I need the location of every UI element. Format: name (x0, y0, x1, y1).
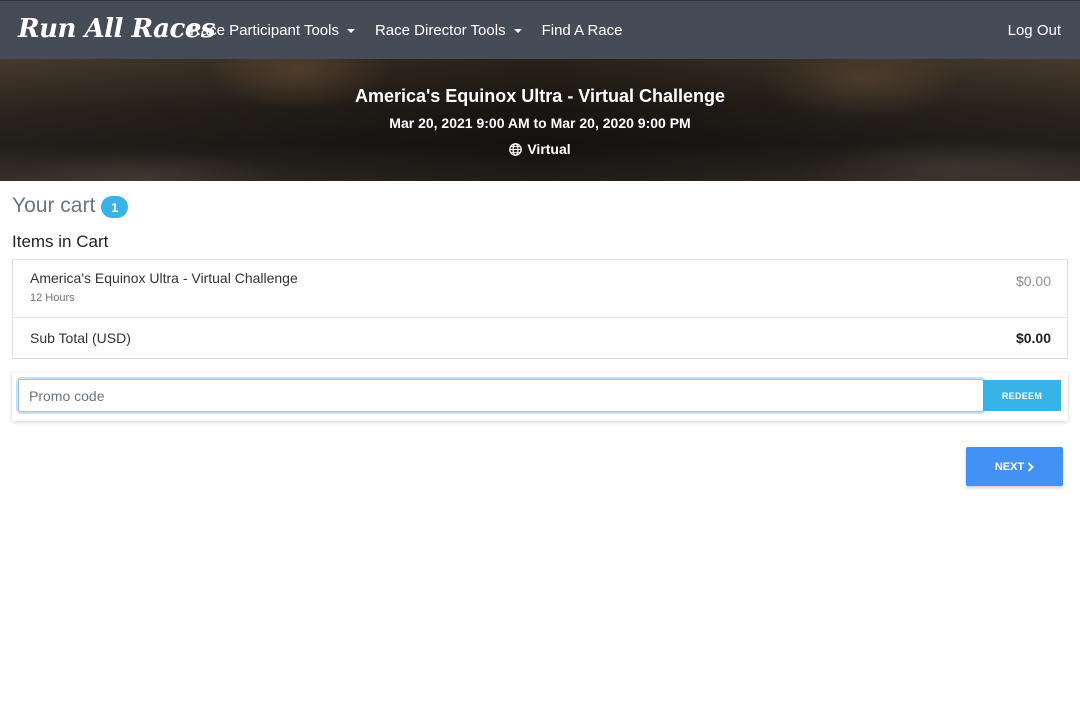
event-hero-banner: America's Equinox Ultra - Virtual Challe… (0, 59, 1080, 181)
event-dates: Mar 20, 2021 9:00 AM to Mar 20, 2020 9:0… (389, 115, 691, 131)
nav-race-participant-tools[interactable]: Race Participant Tools (190, 22, 355, 39)
globe-icon (509, 142, 523, 156)
next-button-label: NEXT (994, 460, 1025, 473)
next-button[interactable]: NEXT (966, 447, 1063, 486)
event-location-label: Virtual (527, 141, 571, 157)
caret-down-icon (346, 29, 355, 33)
item-name: America's Equinox Ultra - Virtual Challe… (30, 270, 298, 286)
item-price: $0.00 (1015, 273, 1051, 289)
cart-count-badge: 1 (101, 196, 129, 218)
nav-race-director-tools[interactable]: Race Director Tools (375, 22, 522, 39)
nav-links: Race Participant Tools Race Director Too… (190, 1, 642, 60)
subtotal-label: Sub Total (USD) (30, 330, 131, 346)
item-detail: 12 Hours (30, 292, 75, 304)
nav-find-a-race[interactable]: Find A Race (542, 22, 623, 39)
event-location: Virtual (0, 141, 1080, 157)
promo-code-input[interactable] (18, 379, 984, 412)
redeem-button[interactable]: REDEEM (983, 380, 1061, 411)
brand-logo[interactable]: Run All Races (18, 11, 216, 47)
chevron-right-icon (1028, 461, 1034, 472)
nav-item-label: Race Participant Tools (190, 22, 339, 39)
cart-items-list: America's Equinox Ultra - Virtual Challe… (12, 259, 1068, 359)
promo-code-card: REDEEM (12, 373, 1068, 421)
list-item: America's Equinox Ultra - Virtual Challe… (13, 260, 1067, 318)
event-title: America's Equinox Ultra - Virtual Challe… (354, 86, 726, 106)
top-navbar: Run All Races Race Participant Tools Rac… (0, 0, 1080, 59)
logout-link[interactable]: Log Out (1008, 1, 1061, 60)
subtotal-row: Sub Total (USD) $0.00 (13, 318, 1067, 359)
subtotal-value: $0.00 (1015, 330, 1051, 346)
nav-item-label: Race Director Tools (374, 22, 506, 39)
items-in-cart-heading: Items in Cart (12, 232, 109, 251)
cart-title: Your cart 1 (12, 194, 129, 218)
caret-down-icon (513, 29, 522, 33)
nav-item-label: Find A Race (541, 22, 623, 39)
cart-title-label: Your cart (12, 194, 96, 217)
